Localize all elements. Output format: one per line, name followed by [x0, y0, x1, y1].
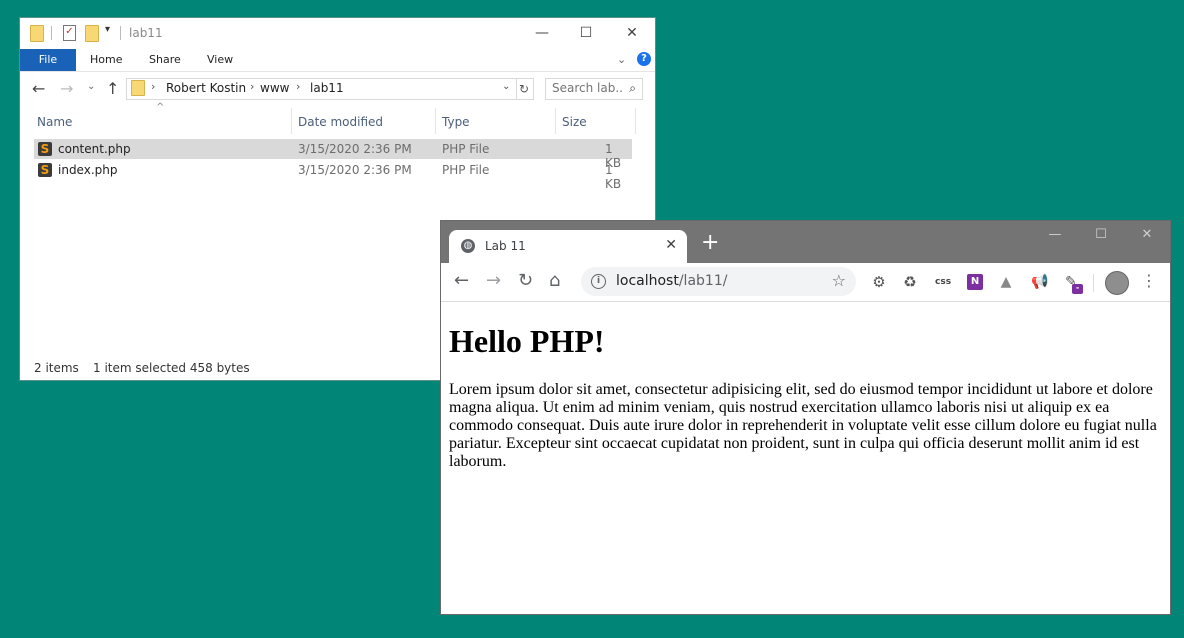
column-divider[interactable] [291, 108, 292, 134]
maximize-button[interactable]: ☐ [1081, 227, 1121, 242]
divider [51, 26, 52, 40]
drive-icon[interactable]: ▲ [998, 274, 1014, 290]
breadcrumb-separator-icon[interactable]: › [296, 80, 300, 93]
sublime-text-file-icon: S [38, 142, 52, 156]
status-selection: 1 item selected 458 bytes [93, 361, 250, 375]
forward-arrow-icon[interactable]: → [60, 79, 73, 98]
column-header-type[interactable]: Type [442, 110, 470, 134]
address-omnibox[interactable]: i localhost/lab11/ ☆ [581, 267, 856, 296]
up-arrow-icon[interactable]: ↑ [106, 79, 119, 98]
file-type: PHP File [442, 142, 490, 156]
sort-ascending-caret-icon: ^ [156, 102, 165, 113]
breadcrumb-robert-kostin[interactable]: Robert Kostin [166, 81, 246, 95]
tab-home[interactable]: Home [90, 49, 122, 71]
url-text[interactable]: localhost/lab11/ [616, 273, 727, 289]
address-row: ← → ⌄ ↑ › Robert Kostin › www › lab11 ⌄ … [20, 76, 655, 104]
breadcrumb-www[interactable]: www [260, 81, 289, 95]
breadcrumb-separator-icon[interactable]: › [151, 80, 155, 93]
refresh-icon[interactable]: ↻ [515, 78, 534, 100]
folder-icon [30, 25, 44, 42]
settings-gear-icon[interactable]: ⚙ [871, 274, 887, 290]
browser-toolbar: ← → ↻ ⌂ i localhost/lab11/ ☆ ⚙ ♻ css N ▲… [441, 263, 1170, 302]
url-host: localhost [616, 273, 679, 289]
address-bar[interactable]: › Robert Kostin › www › lab11 ⌄ [126, 78, 517, 100]
home-icon[interactable]: ⌂ [549, 271, 560, 291]
file-size: 1 KB [605, 163, 622, 191]
file-name: content.php [58, 142, 131, 156]
site-info-icon[interactable]: i [591, 274, 606, 289]
minimize-button[interactable]: — [519, 18, 565, 48]
search-icon: ⌕ [629, 81, 636, 95]
page-paragraph: Lorem ipsum dolor sit amet, consectetur … [449, 381, 1157, 470]
file-row[interactable]: S index.php 3/15/2020 2:36 PM PHP File 1… [34, 160, 632, 191]
breadcrumb-lab11[interactable]: lab11 [310, 81, 344, 95]
file-date: 3/15/2020 2:36 PM [298, 142, 412, 156]
file-date: 3/15/2020 2:36 PM [298, 163, 412, 177]
column-header-size[interactable]: Size [562, 110, 587, 134]
search-box[interactable]: ⌕ [545, 78, 643, 100]
tab-title: Lab 11 [485, 239, 526, 253]
sublime-text-file-icon: S [38, 163, 52, 177]
css-icon[interactable]: css [935, 274, 951, 290]
divider [120, 26, 121, 40]
help-icon[interactable]: ? [637, 52, 651, 66]
page-content: Hello PHP! Lorem ipsum dolor sit amet, c… [449, 301, 1164, 471]
file-type: PHP File [442, 163, 490, 177]
tab-file[interactable]: File [20, 49, 76, 71]
window-title: lab11 [129, 26, 163, 40]
file-name: index.php [58, 163, 118, 177]
bookmark-star-icon[interactable]: ☆ [832, 271, 846, 290]
new-folder-icon[interactable] [85, 25, 99, 42]
folder-icon [131, 80, 145, 96]
close-tab-icon[interactable]: ✕ [665, 237, 677, 253]
column-divider[interactable] [635, 108, 636, 134]
recent-locations-chevron-icon[interactable]: ⌄ [87, 81, 95, 92]
ribbon-tabs: File Home Share View ⌄ ? [20, 49, 655, 72]
divider [1093, 274, 1094, 292]
breadcrumb-separator-icon[interactable]: › [250, 80, 254, 93]
file-row[interactable]: S content.php 3/15/2020 2:36 PM PHP File… [34, 139, 632, 170]
column-divider[interactable] [435, 108, 436, 134]
extension-badge: - [1072, 284, 1083, 294]
onenote-icon[interactable]: N [967, 274, 983, 290]
url-path: /lab11/ [678, 273, 728, 289]
close-button[interactable]: ✕ [609, 18, 655, 48]
tab-view[interactable]: View [207, 49, 233, 71]
profile-avatar[interactable] [1105, 271, 1129, 295]
tab-strip: ◍ Lab 11 ✕ + — ☐ ✕ [441, 221, 1170, 263]
back-arrow-icon[interactable]: ← [32, 79, 45, 98]
minimize-button[interactable]: — [1035, 227, 1075, 242]
megaphone-icon[interactable]: 📢 [1031, 274, 1048, 290]
expand-ribbon-chevron-icon[interactable]: ⌄ [617, 53, 626, 66]
properties-checkmark-icon[interactable]: ✓ [63, 25, 76, 41]
more-menu-icon[interactable]: ⋮ [1141, 271, 1157, 290]
chrome-browser-window: ◍ Lab 11 ✕ + — ☐ ✕ ← → ↻ ⌂ i localhost/l… [441, 221, 1170, 614]
tab-share[interactable]: Share [149, 49, 181, 71]
globe-icon: ◍ [461, 239, 475, 253]
search-input[interactable] [546, 79, 628, 97]
explorer-title-bar: ✓ ▾ lab11 — ☐ ✕ [20, 18, 655, 48]
page-heading: Hello PHP! [449, 323, 605, 359]
customize-quick-access-icon[interactable]: ▾ [105, 24, 110, 35]
recycle-icon[interactable]: ♻ [902, 274, 918, 290]
close-button[interactable]: ✕ [1127, 227, 1167, 242]
column-divider[interactable] [555, 108, 556, 134]
column-header-name[interactable]: Name [37, 110, 72, 134]
reload-icon[interactable]: ↻ [518, 271, 533, 291]
tab-lab11[interactable]: ◍ Lab 11 ✕ [449, 230, 687, 263]
new-tab-plus-icon[interactable]: + [701, 232, 719, 254]
address-dropdown-chevron-icon[interactable]: ⌄ [502, 81, 510, 92]
back-arrow-icon[interactable]: ← [454, 271, 469, 291]
maximize-button[interactable]: ☐ [563, 18, 609, 48]
column-header-date[interactable]: Date modified [298, 110, 383, 134]
forward-arrow-icon[interactable]: → [486, 271, 501, 291]
status-item-count: 2 items [34, 361, 79, 375]
